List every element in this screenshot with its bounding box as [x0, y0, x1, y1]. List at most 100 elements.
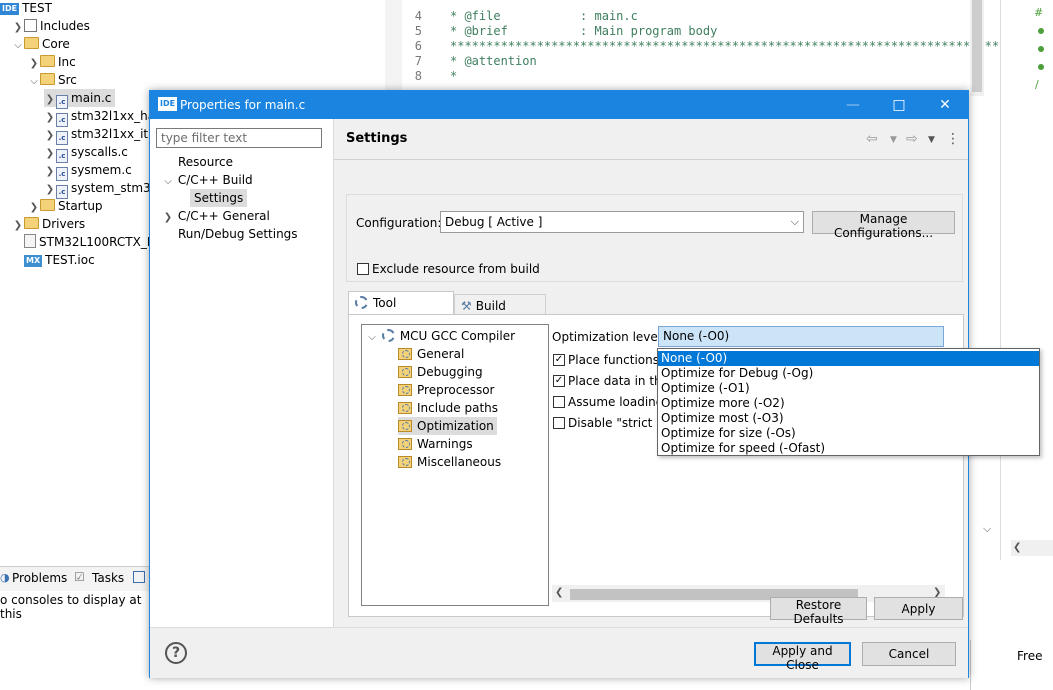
scroll-left-icon[interactable]: ❮ — [1013, 542, 1021, 553]
tree-item-includes[interactable]: ❯ Includes — [12, 17, 90, 35]
chevron-down-icon[interactable]: ⌵ — [12, 37, 24, 55]
tree-item-syscalls[interactable]: ❯ .c syscalls.c — [44, 143, 128, 163]
tool-optimization[interactable]: Optimization — [398, 417, 497, 435]
bottom-panel-tabs: ◑ Problems ☑ Tasks — [0, 566, 150, 591]
dropdown-option-o2[interactable]: Optimize more (-O2) — [658, 396, 1039, 411]
chevron-down-icon[interactable]: ⌵ — [28, 73, 40, 91]
tree-item-label: sysmem.c — [71, 163, 132, 177]
tree-item-label: syscalls.c — [71, 145, 128, 159]
configuration-value: Debug [ Active ] — [445, 215, 543, 229]
optimization-level-label: Optimization level — [552, 330, 662, 344]
tree-item-test[interactable]: IDE TEST — [0, 0, 52, 17]
tree-item-label: Inc — [58, 55, 76, 69]
configuration-select[interactable]: Debug [ Active ] ⌵ — [440, 211, 804, 233]
more-options-icon[interactable]: ⋮ — [946, 131, 960, 147]
free-column: Free — [970, 640, 1053, 690]
tab-tasks[interactable]: Tasks — [92, 571, 124, 585]
apply-and-close-button[interactable]: Apply and Close — [754, 642, 851, 672]
help-icon[interactable]: ? — [165, 642, 187, 664]
folder-icon — [24, 217, 39, 229]
tree-item-src[interactable]: ⌵ Src — [28, 71, 77, 89]
dropdown-option-debug[interactable]: Optimize for Debug (-Og) — [658, 366, 1039, 381]
chevron-down-icon[interactable]: ⌵ — [162, 173, 174, 191]
scroll-left-icon[interactable]: ❮ — [555, 587, 563, 598]
nav-item-cpp-general[interactable]: ❯ C/C++ General — [162, 207, 270, 225]
forward-arrow-icon[interactable]: ⇨ — [906, 131, 918, 147]
outline-function-icon[interactable]: ∕ — [1035, 78, 1039, 91]
chevron-down-icon[interactable]: ⌵ — [791, 212, 799, 232]
chevron-down-icon[interactable]: ⌵ — [983, 522, 991, 536]
tree-item-drivers[interactable]: ❯ Drivers — [12, 215, 85, 233]
dropdown-option-o1[interactable]: Optimize (-O1) — [658, 381, 1039, 396]
chevron-down-icon[interactable]: ⌵ — [366, 329, 378, 347]
dropdown-option-os[interactable]: Optimize for size (-Os) — [658, 426, 1039, 441]
maximize-icon[interactable]: □ — [876, 91, 922, 119]
code-editor[interactable]: 4 * @file : main.c 5 * @brief : Main pro… — [402, 0, 1014, 95]
dropdown-option-ofast[interactable]: Optimize for speed (-Ofast) — [658, 441, 1039, 456]
tree-item-startup[interactable]: ❯ Startup — [28, 197, 103, 215]
dropdown-option-o3[interactable]: Optimize most (-O3) — [658, 411, 1039, 426]
tool-label: Preprocessor — [417, 383, 495, 397]
page-title: Settings — [346, 131, 408, 146]
manage-configurations-button[interactable]: Manage Configurations... — [812, 211, 955, 240]
cancel-button[interactable]: Cancel — [862, 642, 956, 666]
line-number: 4 — [414, 9, 422, 23]
tree-item-label: TEST.ioc — [45, 253, 95, 267]
nav-item-settings[interactable]: Settings — [190, 189, 248, 207]
tree-item-test-ioc[interactable]: MX TEST.ioc — [24, 251, 95, 269]
restore-defaults-button[interactable]: Restore Defaults — [770, 597, 867, 626]
nav-item-run-debug[interactable]: Run/Debug Settings — [178, 225, 298, 243]
back-arrow-icon[interactable]: ⇦ — [866, 131, 878, 147]
disable-strict-aliasing-checkbox[interactable] — [553, 417, 565, 429]
tree-item-label: Startup — [58, 199, 103, 213]
exclude-checkbox[interactable] — [357, 263, 369, 275]
assume-loading-checkbox[interactable] — [553, 396, 565, 408]
nav-item-resource[interactable]: Resource — [178, 153, 233, 171]
tree-item-stm32l1xx-it[interactable]: ❯ .c stm32l1xx_it. — [44, 125, 152, 145]
tool-warnings[interactable]: Warnings — [398, 435, 473, 453]
tab-problems[interactable]: Problems — [12, 571, 67, 585]
chevron-down-icon[interactable]: ▼ — [928, 135, 935, 145]
optimization-level-select[interactable]: None (-O0) — [658, 326, 944, 347]
nav-item-cpp-build[interactable]: ⌵ C/C++ Build — [162, 171, 252, 191]
ide-app-icon: IDE — [158, 97, 178, 111]
tool-general[interactable]: General — [398, 345, 464, 363]
dialog-footer: ? Apply and Close Cancel — [150, 627, 968, 678]
chevron-down-icon[interactable]: ▼ — [890, 135, 897, 145]
outline-dot-icon[interactable] — [1038, 64, 1044, 70]
tree-item-sysmem[interactable]: ❯ .c sysmem.c — [44, 161, 132, 181]
configuration-label: Configuration: — [356, 216, 442, 230]
chevron-right-icon[interactable]: ❯ — [162, 209, 174, 227]
folder-icon — [40, 199, 55, 211]
editor-scrollbar-thumb[interactable] — [972, 0, 982, 92]
dropdown-option-none[interactable]: None (-O0) — [658, 351, 1039, 366]
outline-include-icon[interactable]: # — [1034, 6, 1043, 19]
tree-item-main-c[interactable]: ❯ .c main.c — [44, 89, 116, 109]
tool-mcu-gcc-compiler[interactable]: ⌵ MCU GCC Compiler — [366, 327, 515, 345]
tool-label: Debugging — [417, 365, 483, 379]
tree-item-stm32l1xx-hal[interactable]: ❯ .c stm32l1xx_ha — [44, 107, 155, 127]
tree-item-linker-script[interactable]: STM32L100RCTX_F — [24, 233, 154, 251]
folder-icon — [40, 73, 55, 85]
tree-item-core[interactable]: ⌵ Core — [12, 35, 70, 53]
settings-page: Settings ⇦ ▼ ⇨ ▼ ⋮ Configuration: Debug … — [334, 119, 1040, 627]
chevron-right-icon[interactable]: ❯ — [12, 217, 24, 235]
tool-include-paths[interactable]: Include paths — [398, 399, 498, 417]
filter-input[interactable] — [156, 128, 322, 148]
outline-dot-icon[interactable] — [1038, 46, 1044, 52]
outline-dot-icon[interactable] — [1038, 28, 1044, 34]
minimize-icon[interactable]: — — [830, 91, 876, 119]
dialog-titlebar[interactable]: IDE Properties for main.c — □ ✕ — [150, 91, 968, 119]
apply-button[interactable]: Apply — [874, 597, 963, 620]
tool-preprocessor[interactable]: Preprocessor — [398, 381, 494, 399]
tab-build-steps[interactable]: ⚒Build Steps — [454, 294, 546, 335]
tree-item-system-stm32[interactable]: ❯ .c system_stm3 — [44, 179, 151, 199]
tool-debugging[interactable]: Debugging — [398, 363, 483, 381]
close-icon[interactable]: ✕ — [922, 91, 968, 119]
tool-miscellaneous[interactable]: Miscellaneous — [398, 453, 501, 471]
place-data-checkbox[interactable]: ✓ — [553, 375, 565, 387]
console-icon[interactable] — [133, 571, 145, 583]
place-functions-checkbox[interactable]: ✓ — [553, 354, 565, 366]
tree-item-inc[interactable]: ❯ Inc — [28, 53, 76, 71]
tab-tool-settings[interactable]: Tool Settings — [348, 291, 454, 332]
